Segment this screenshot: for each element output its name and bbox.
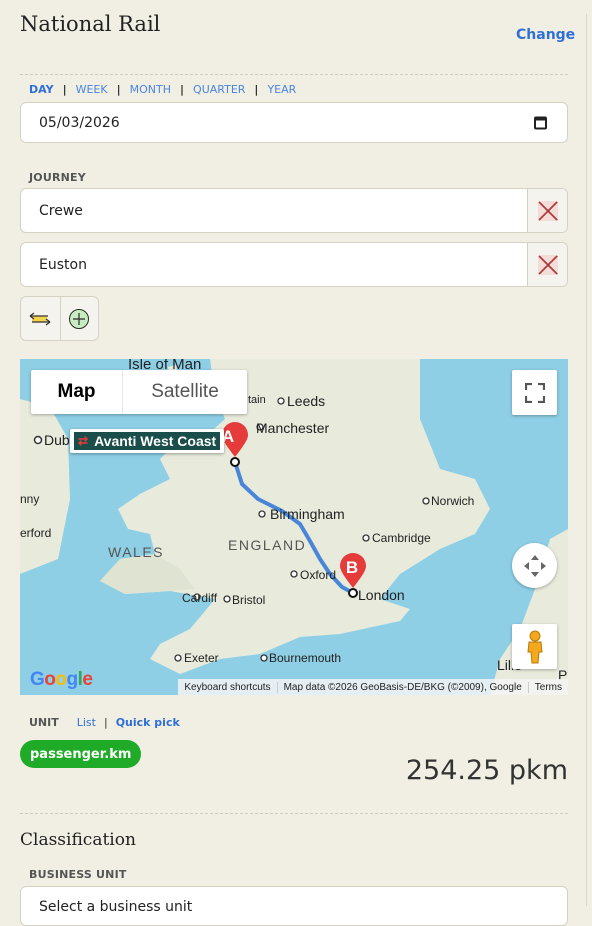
business-unit-label: BUSINESS UNIT: [29, 868, 127, 881]
classification-title: Classification: [20, 830, 136, 850]
destination-field[interactable]: Euston: [20, 242, 568, 287]
map-type-control: Map Satellite: [31, 370, 247, 414]
remove-destination-button[interactable]: [527, 243, 567, 286]
national-rail-icon: ⇄: [78, 434, 89, 448]
map-label-exeter: Exeter: [184, 651, 219, 665]
map-label-leeds: Leeds: [287, 393, 325, 409]
map-label-erford: erford: [20, 526, 51, 540]
google-logo: Google: [30, 669, 93, 690]
map-data-text: Map data ©2026 GeoBasis-DE/BKG (©2009), …: [276, 681, 528, 693]
period-quarter[interactable]: QUARTER: [193, 83, 245, 96]
add-circle-icon: [69, 308, 90, 329]
terms-link[interactable]: Terms: [527, 681, 568, 693]
street-view-button[interactable]: [512, 624, 557, 669]
divider: [20, 74, 568, 75]
business-unit-select[interactable]: Select a business unit: [20, 886, 568, 926]
map-label-manchester: Manchester: [256, 420, 329, 436]
map-label-tain: tain: [248, 394, 266, 406]
panel-border: [586, 14, 587, 906]
map-type-satellite-button[interactable]: Satellite: [123, 370, 247, 414]
add-stop-button[interactable]: [59, 297, 99, 340]
date-value: 05/03/2026: [39, 114, 120, 131]
journey-label: JOURNEY: [29, 171, 86, 184]
selected-unit-pill[interactable]: passenger.km: [20, 740, 142, 768]
origin-field[interactable]: Crewe: [20, 188, 568, 233]
operator-name: Avanti West Coast: [94, 433, 217, 449]
remove-origin-button[interactable]: [527, 189, 567, 232]
map-label-wales: WALES: [108, 544, 164, 560]
fullscreen-button[interactable]: [512, 370, 557, 415]
map-label-london: London: [358, 587, 405, 603]
unit-label: UNIT: [29, 716, 59, 729]
calendar-icon[interactable]: [534, 116, 547, 129]
period-separator: |: [254, 83, 259, 96]
operator-badge: ⇄ Avanti West Coast: [74, 432, 221, 450]
destination-value: Euston: [39, 256, 87, 273]
remove-x-icon: [537, 254, 558, 275]
map-label-bristol: Bristol: [232, 593, 265, 607]
marker-b-label: B: [346, 558, 358, 577]
keyboard-shortcuts-link[interactable]: Keyboard shortcuts: [178, 682, 276, 693]
remove-x-icon: [537, 200, 558, 221]
pegman-icon: [526, 630, 543, 663]
change-button[interactable]: Change: [516, 27, 575, 43]
map-label-oxford: Oxford: [300, 568, 336, 582]
map-label-bournemouth: Bournemouth: [269, 651, 341, 665]
date-input[interactable]: 05/03/2026: [20, 102, 568, 143]
fullscreen-icon: [524, 382, 545, 403]
period-year[interactable]: YEAR: [267, 83, 296, 96]
map-label-birmingham: Birmingham: [270, 506, 345, 522]
distance-total: 254.25 pkm: [405, 755, 568, 786]
map-label-cardiff: Cardiff: [182, 591, 218, 605]
business-unit-placeholder: Select a business unit: [39, 899, 193, 915]
map-label-dub: Dub: [44, 432, 70, 448]
unit-separator: |: [103, 716, 108, 729]
map-label-norwich: Norwich: [431, 494, 474, 508]
route-map[interactable]: Isle of Man tain Leeds Manchester Dub No…: [20, 359, 568, 695]
period-separator: |: [116, 83, 121, 96]
move-arrows-icon: [523, 554, 546, 577]
period-separator: |: [62, 83, 67, 96]
page-title: National Rail: [20, 12, 161, 36]
unit-list-link[interactable]: List: [77, 716, 96, 729]
operator-tooltip: ⇄ Avanti West Coast: [70, 429, 225, 453]
map-label-cambridge: Cambridge: [372, 531, 431, 545]
journey-actions: [20, 296, 99, 341]
period-day[interactable]: DAY: [29, 83, 54, 96]
divider: [20, 813, 568, 814]
period-selector: DAY | WEEK | MONTH | QUARTER | YEAR: [29, 83, 296, 96]
unit-quick-pick-link[interactable]: Quick pick: [116, 716, 180, 729]
swap-stations-button[interactable]: [21, 297, 60, 340]
unit-row: UNIT List | Quick pick: [29, 716, 180, 729]
period-separator: |: [180, 83, 185, 96]
map-type-map-button[interactable]: Map: [31, 370, 123, 414]
pan-control[interactable]: [512, 543, 557, 588]
period-month[interactable]: MONTH: [130, 83, 171, 96]
swap-arrows-icon: [29, 312, 51, 325]
period-week[interactable]: WEEK: [76, 83, 108, 96]
origin-value: Crewe: [39, 202, 83, 219]
map-attribution: Keyboard shortcuts Map data ©2026 GeoBas…: [178, 679, 568, 695]
map-label-england: ENGLAND: [228, 537, 306, 553]
map-label-nny: nny: [20, 492, 39, 506]
